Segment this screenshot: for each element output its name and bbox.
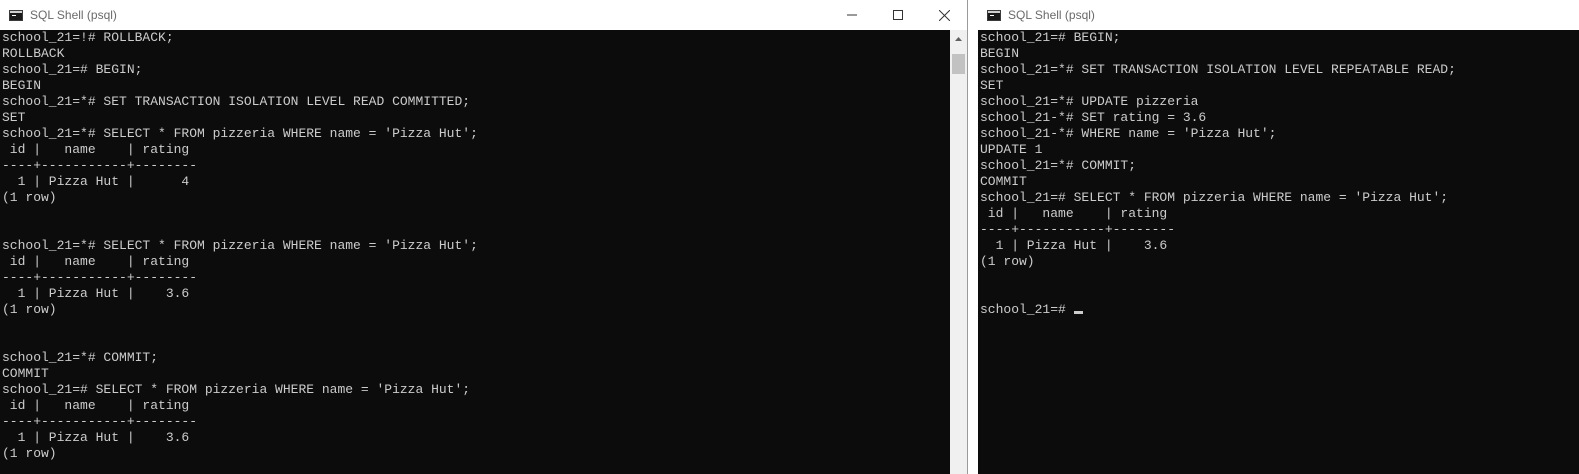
console-line: school_21=# BEGIN; xyxy=(980,30,1121,45)
console-line: SET xyxy=(980,78,1004,93)
console-line: ----+-----------+-------- xyxy=(2,414,198,429)
text-cursor xyxy=(1073,311,1083,314)
console-line: 1 | Pizza Hut | 3.6 xyxy=(2,286,190,301)
right-console-output[interactable]: school_21=# BEGIN; BEGIN school_21=*# SET … xyxy=(980,30,1579,474)
console-line: (1 row) xyxy=(2,190,57,205)
console-line: SET xyxy=(2,110,26,125)
window-title: SQL Shell (psql) xyxy=(30,8,117,22)
right-terminal-window: SQL Shell (psql) school_21=# BEGIN; BEGIN… xyxy=(978,0,1579,474)
console-line: school_21=*# SET TRANSACTION ISOLATION L… xyxy=(980,62,1456,77)
console-line: UPDATE 1 xyxy=(980,142,1043,157)
console-line: ROLLBACK xyxy=(2,46,65,61)
console-line: school_21=*# COMMIT; xyxy=(2,350,159,365)
close-icon xyxy=(938,9,950,21)
console-line: id | name | rating xyxy=(2,398,190,413)
console-line: school_21=# BEGIN; xyxy=(2,62,143,77)
console-line: ----+-----------+-------- xyxy=(980,222,1176,237)
console-line: id | name | rating xyxy=(2,254,190,269)
console-line: BEGIN xyxy=(2,78,42,93)
desktop-gap xyxy=(968,0,978,474)
window-title: SQL Shell (psql) xyxy=(1008,8,1095,22)
left-terminal-window: SQL Shell (psql) school_21=!# ROLLBACK; R… xyxy=(0,0,968,474)
console-line: school_21-*# SET rating = 3.6 xyxy=(980,110,1207,125)
console-line: (1 row) xyxy=(2,302,57,317)
left-console-output[interactable]: school_21=!# ROLLBACK; ROLLBACK school_21=… xyxy=(2,30,949,474)
close-button[interactable] xyxy=(921,0,967,30)
console-line: school_21=*# COMMIT; xyxy=(980,158,1137,173)
console-line: school_21=*# SELECT * FROM pizzeria WHER… xyxy=(2,126,478,141)
right-titlebar[interactable]: SQL Shell (psql) xyxy=(978,0,1579,30)
console-line: ----+-----------+-------- xyxy=(2,270,198,285)
vertical-scrollbar[interactable] xyxy=(950,30,967,474)
maximize-button[interactable] xyxy=(875,0,921,30)
console-line: school_21=!# ROLLBACK; xyxy=(2,30,174,45)
console-line: school_21=*# SELECT * FROM pizzeria WHER… xyxy=(2,238,478,253)
minimize-icon xyxy=(847,14,857,16)
console-line: COMMIT xyxy=(2,366,49,381)
console-line: COMMIT xyxy=(980,174,1027,189)
console-line: 1 | Pizza Hut | 4 xyxy=(2,174,190,189)
console-line: (1 row) xyxy=(980,254,1035,269)
window-controls xyxy=(829,0,967,30)
maximize-icon xyxy=(893,10,903,20)
minimize-button[interactable] xyxy=(829,0,875,30)
chevron-up-icon xyxy=(955,36,962,41)
console-line: school_21=# SELECT * FROM pizzeria WHERE… xyxy=(2,382,471,397)
console-line: school_21=# SELECT * FROM pizzeria WHERE… xyxy=(980,190,1449,205)
scroll-up-button[interactable] xyxy=(950,30,967,47)
console-app-icon[interactable] xyxy=(9,9,23,21)
console-line: id | name | rating xyxy=(2,142,190,157)
console-line: 1 | Pizza Hut | 3.6 xyxy=(980,238,1168,253)
scroll-thumb[interactable] xyxy=(952,54,965,74)
console-line: school_21-*# WHERE name = 'Pizza Hut'; xyxy=(980,126,1277,141)
prompt-text: school_21=# xyxy=(980,302,1074,317)
console-line: (1 row) xyxy=(2,446,57,461)
console-line: BEGIN xyxy=(980,46,1020,61)
console-line: school_21=*# UPDATE pizzeria xyxy=(980,94,1199,109)
console-app-icon[interactable] xyxy=(987,9,1001,21)
console-line: id | name | rating xyxy=(980,206,1168,221)
left-titlebar[interactable]: SQL Shell (psql) xyxy=(0,0,967,30)
console-line: 1 | Pizza Hut | 3.6 xyxy=(2,430,190,445)
prompt-line[interactable]: school_21=# xyxy=(980,302,1579,318)
console-line: school_21=*# SET TRANSACTION ISOLATION L… xyxy=(2,94,471,109)
console-line: ----+-----------+-------- xyxy=(2,158,198,173)
